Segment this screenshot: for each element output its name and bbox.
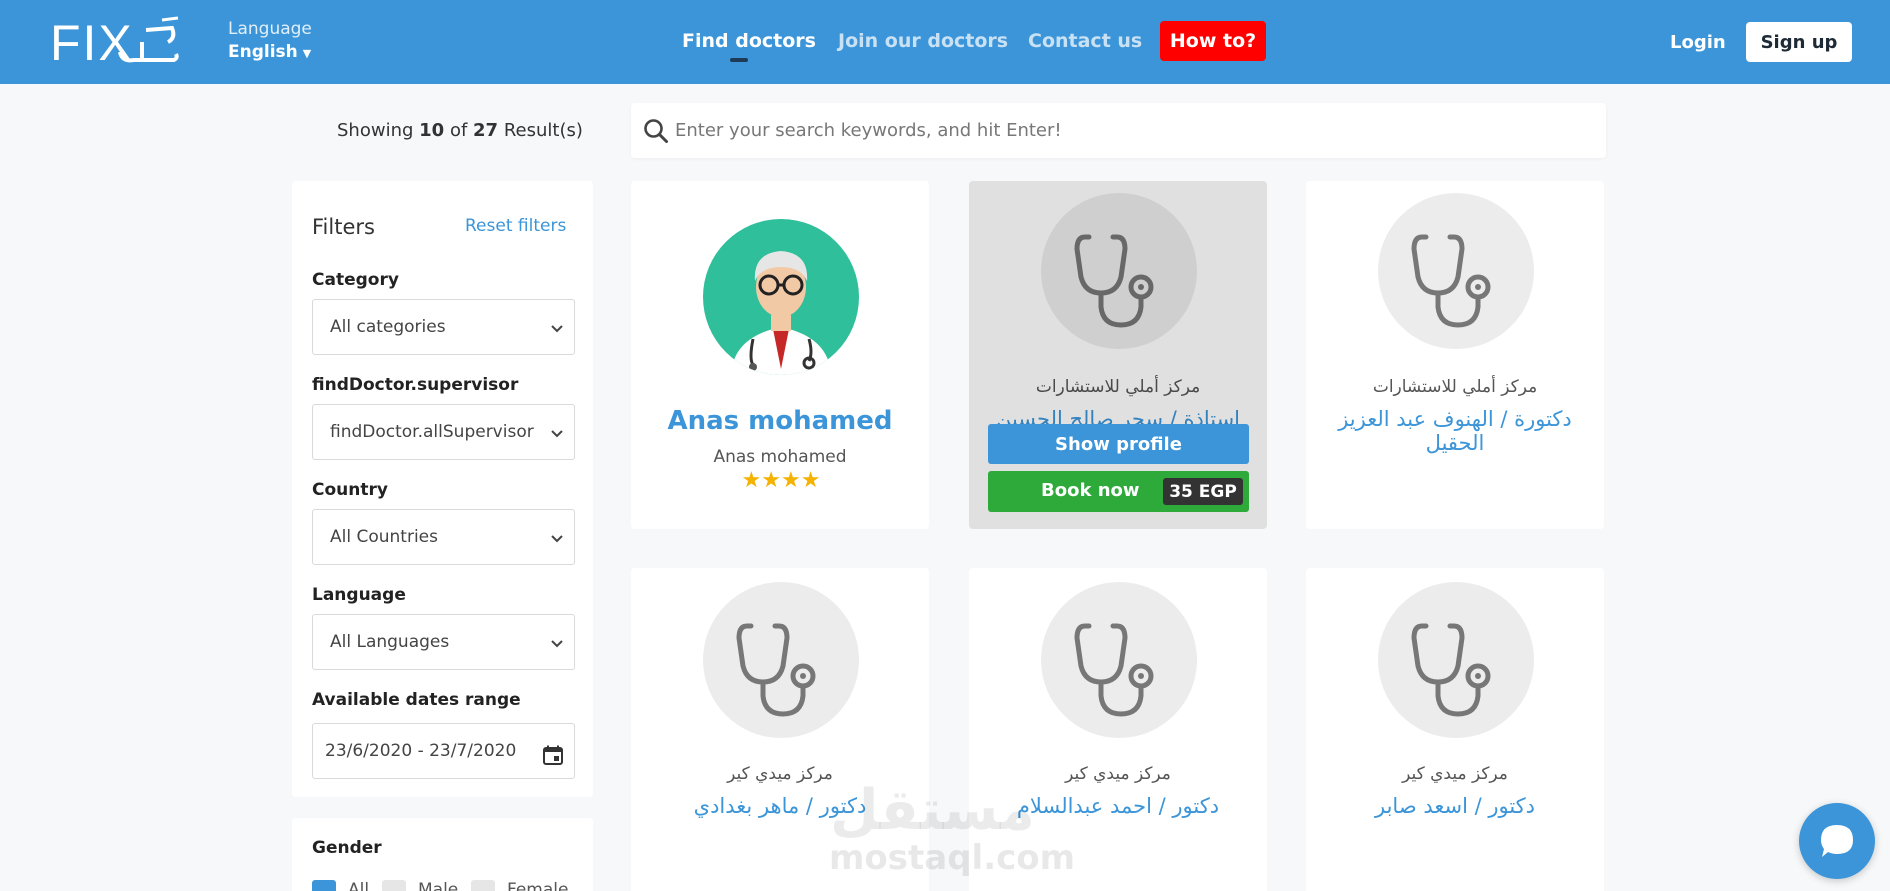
- chat-widget-button[interactable]: [1799, 803, 1875, 879]
- gender-male-checkbox[interactable]: [382, 880, 406, 891]
- doctor-avatar: [703, 219, 859, 375]
- calendar-icon[interactable]: [542, 744, 564, 766]
- category-select[interactable]: All categories: [312, 299, 575, 355]
- gender-all-label: All: [348, 880, 370, 891]
- show-profile-button[interactable]: Show profile: [988, 424, 1249, 464]
- language-switcher[interactable]: Language English ▼: [228, 19, 312, 62]
- active-nav-indicator: [730, 58, 748, 62]
- svg-text:FIX: FIX: [50, 15, 134, 70]
- language-filter-value: All Languages: [330, 632, 450, 652]
- results-prefix: Showing: [337, 120, 414, 141]
- gender-female-checkbox[interactable]: [471, 880, 495, 891]
- date-range-value: 23/6/2020 - 23/7/2020: [325, 741, 517, 761]
- filters-panel: Filters Reset filters Category All categ…: [292, 181, 593, 797]
- doctor-name[interactable]: دكتورة / الهنوف عبد العزيز الحقيل: [1306, 407, 1604, 455]
- date-range-input[interactable]: 23/6/2020 - 23/7/2020: [312, 723, 575, 779]
- chevron-down-icon: [551, 325, 563, 333]
- gender-male-label: Male: [418, 880, 459, 891]
- category-value: All categories: [330, 317, 446, 337]
- results-count: Showing 10 of 27 Result(s): [337, 120, 583, 141]
- chevron-down-icon: [551, 535, 563, 543]
- supervisor-label: findDoctor.supervisor: [312, 375, 519, 395]
- how-to-button[interactable]: How to?: [1160, 21, 1266, 61]
- reset-filters-link[interactable]: Reset filters: [465, 216, 566, 236]
- stethoscope-icon: [1074, 623, 1154, 717]
- gender-all-checkbox[interactable]: [312, 880, 336, 891]
- results-shown: 10: [419, 120, 445, 141]
- login-link[interactable]: Login: [1670, 32, 1726, 53]
- doctor-avatar: [1378, 193, 1534, 349]
- doctor-illustration-icon: [731, 251, 831, 375]
- doctor-card[interactable]: مركز أملي للاستشارات دكتورة / الهنوف عبد…: [1306, 181, 1604, 529]
- book-now-button[interactable]: Book now 35 EGP: [988, 471, 1249, 512]
- doctor-card[interactable]: مركز أملي للاستشارات استاذة / سحر صالح ا…: [969, 181, 1267, 529]
- gender-label: Gender: [312, 838, 382, 858]
- stethoscope-icon: [736, 623, 816, 717]
- book-now-label: Book now: [1041, 480, 1140, 501]
- supervisor-value: findDoctor.allSupervisor: [330, 422, 534, 442]
- logo[interactable]: FIX: [50, 14, 182, 70]
- price-badge: 35 EGP: [1163, 478, 1243, 505]
- center-name: مركز أملي للاستشارات: [1372, 377, 1538, 397]
- nav-find-doctors[interactable]: Find doctors: [682, 30, 816, 52]
- search-input[interactable]: [675, 115, 1575, 145]
- country-label: Country: [312, 480, 388, 500]
- stethoscope-icon: [1411, 623, 1491, 717]
- doctor-avatar: [1378, 582, 1534, 738]
- chevron-down-icon: [551, 640, 563, 648]
- doctor-card[interactable]: Anas mohamed Anas mohamed ★★★★: [631, 181, 929, 529]
- watermark-arabic: مستقل: [830, 778, 1035, 843]
- gender-female-label: Female: [507, 880, 569, 891]
- country-value: All Countries: [330, 527, 438, 547]
- top-navigation-bar: FIX Language English ▼ Find doctors Join …: [0, 0, 1890, 84]
- center-name: مركز ميدي كير: [1402, 764, 1508, 784]
- supervisor-select[interactable]: findDoctor.allSupervisor: [312, 404, 575, 460]
- rating-stars: ★★★★: [741, 468, 821, 493]
- search-bar: [631, 103, 1606, 158]
- watermark-latin: mostaql.com: [829, 838, 1076, 878]
- doctor-card[interactable]: مركز ميدي كير دكتور / اسعد صابر: [1306, 568, 1604, 891]
- search-icon: [644, 119, 668, 143]
- signup-button[interactable]: Sign up: [1746, 22, 1852, 62]
- caret-down-icon: ▼: [302, 47, 312, 60]
- doctor-avatar: [703, 582, 859, 738]
- gender-filter-panel: Gender All Male Female: [292, 818, 593, 891]
- results-of: of: [449, 120, 468, 141]
- results-total: 27: [473, 120, 499, 141]
- results-suffix: Result(s): [503, 120, 583, 141]
- stethoscope-icon: [1411, 234, 1491, 328]
- filters-title: Filters: [312, 215, 375, 239]
- dates-label: Available dates range: [312, 690, 521, 710]
- language-selected: English: [228, 42, 298, 62]
- language-select[interactable]: All Languages: [312, 614, 575, 670]
- country-select[interactable]: All Countries: [312, 509, 575, 565]
- language-label: Language: [312, 585, 406, 605]
- chevron-down-icon: [551, 430, 563, 438]
- nav-contact-us[interactable]: Contact us: [1028, 30, 1142, 52]
- doctor-subtitle: Anas mohamed: [713, 447, 847, 467]
- category-label: Category: [312, 270, 399, 290]
- doctor-avatar: [1041, 582, 1197, 738]
- chat-bubble-icon: [1821, 825, 1853, 857]
- nav-join-our-doctors[interactable]: Join our doctors: [838, 30, 1008, 52]
- doctor-name[interactable]: Anas mohamed: [631, 406, 929, 436]
- doctor-name[interactable]: دكتور / اسعد صابر: [1306, 794, 1604, 818]
- language-value[interactable]: English ▼: [228, 42, 312, 62]
- language-caption: Language: [228, 19, 312, 39]
